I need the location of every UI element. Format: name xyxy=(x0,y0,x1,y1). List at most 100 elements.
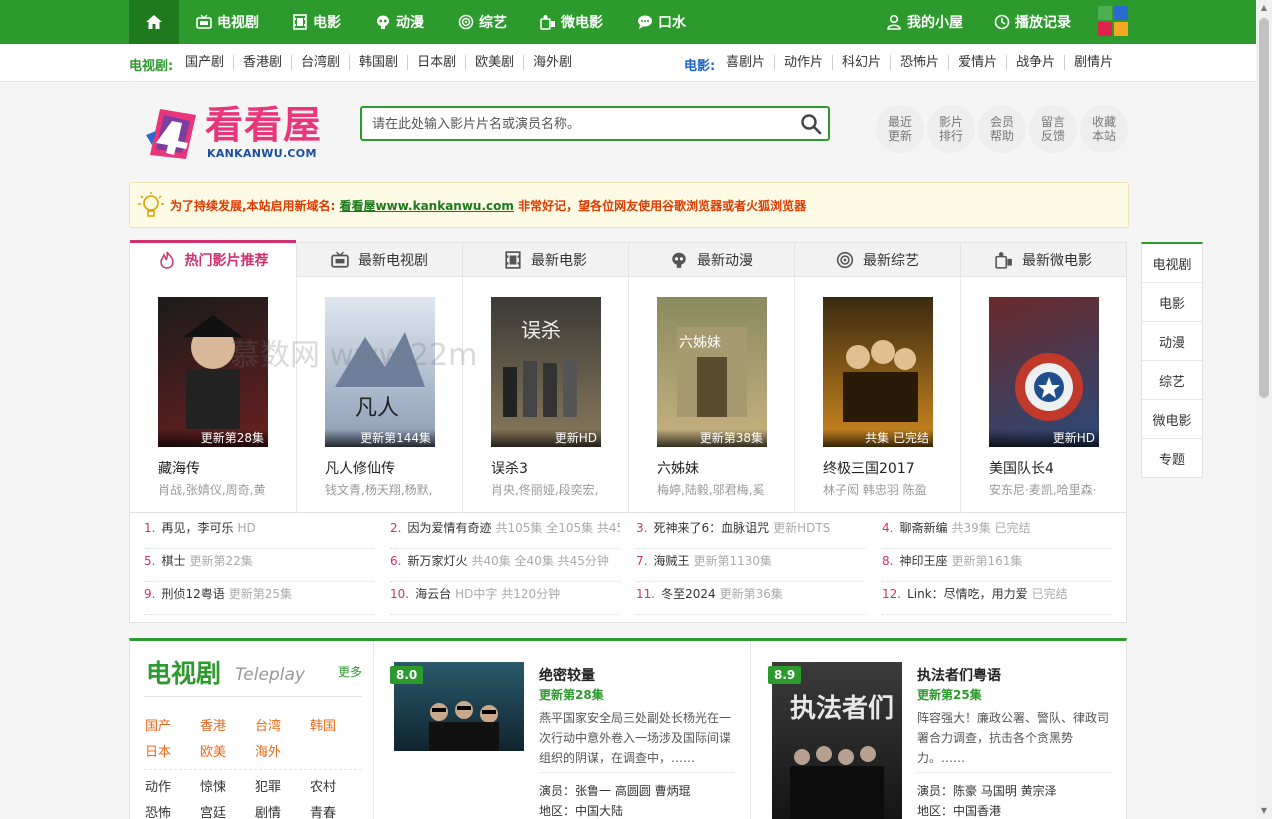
theme-blue-swatch[interactable] xyxy=(1114,6,1128,20)
poster-image[interactable]: 凡人 更新第144集 xyxy=(325,297,435,447)
poster-title[interactable]: 误杀3 xyxy=(491,458,528,478)
ranking-item[interactable]: 1. 再见，李可乐 HD xyxy=(144,519,374,549)
tab-hot[interactable]: 热门影片推荐 xyxy=(130,240,296,277)
ranking-item[interactable]: 8. 神印王座 更新第161集 xyxy=(882,552,1112,582)
ranking-item[interactable]: 6. 新万家灯火 共40集 全40集 共45分钟 xyxy=(390,552,620,582)
featured-actors-value[interactable]: 张鲁一 高圆圆 曹炳琨 xyxy=(575,784,691,798)
tv-region-link[interactable]: 香港 xyxy=(200,714,255,740)
poster-title[interactable]: 六姊妹 xyxy=(657,458,699,478)
tv-genre-link[interactable]: 青春 xyxy=(310,801,365,819)
rank-title[interactable]: 死神来了6：血脉诅咒 xyxy=(653,521,769,535)
nav-chat[interactable]: 口水 xyxy=(637,0,686,44)
scroll-down-icon[interactable]: ▼ xyxy=(1256,803,1272,819)
tab-latest-movie[interactable]: 最新电影 xyxy=(462,243,628,277)
ranking-item[interactable]: 11. 冬至2024 更新第36集 xyxy=(636,585,866,615)
subnav-movie-link[interactable]: 科幻片 xyxy=(832,55,890,70)
tab-latest-anime[interactable]: 最新动漫 xyxy=(628,243,794,277)
scroll-up-icon[interactable]: ▲ xyxy=(1256,0,1272,16)
poster-image[interactable]: 误杀 更新HD xyxy=(491,297,601,447)
ranking-item[interactable]: 7. 海贼王 更新第1130集 xyxy=(636,552,866,582)
quick-link-feedback[interactable]: 留言 反馈 xyxy=(1029,105,1077,153)
subnav-tv-link[interactable]: 香港剧 xyxy=(233,55,291,70)
poster-title[interactable]: 藏海传 xyxy=(158,458,200,478)
poster-image[interactable]: 更新第28集 xyxy=(158,297,268,447)
ranking-item[interactable]: 12. Link：尽情吃，用力爱 已完结 xyxy=(882,585,1112,615)
side-tab-topics[interactable]: 专题 xyxy=(1142,439,1202,478)
rank-title[interactable]: 因为爱情有奇迹 xyxy=(407,521,491,535)
tv-genre-link[interactable]: 恐怖 xyxy=(145,801,200,819)
tab-latest-variety[interactable]: 最新综艺 xyxy=(794,243,960,277)
quick-link-ranking[interactable]: 影片 排行 xyxy=(927,105,975,153)
subnav-movie-link[interactable]: 战争片 xyxy=(1006,55,1064,70)
rank-title[interactable]: 刑侦12粤语 xyxy=(161,587,224,601)
rank-title[interactable]: 棋士 xyxy=(161,554,185,568)
tv-genre-link[interactable]: 动作 xyxy=(145,775,200,801)
tv-region-link[interactable]: 台湾 xyxy=(255,714,310,740)
quick-link-recent[interactable]: 最近 更新 xyxy=(876,105,924,153)
ranking-item[interactable]: 3. 死神来了6：血脉诅咒 更新HDTS xyxy=(636,519,866,549)
subnav-tv-link[interactable]: 欧美剧 xyxy=(465,55,523,70)
theme-orange-swatch[interactable] xyxy=(1114,22,1128,36)
nav-tv[interactable]: 电视剧 xyxy=(196,0,259,44)
poster-title[interactable]: 美国队长4 xyxy=(989,458,1054,478)
subnav-movie-link[interactable]: 动作片 xyxy=(774,55,832,70)
nav-anime[interactable]: 动漫 xyxy=(375,0,424,44)
rank-title[interactable]: 再见，李可乐 xyxy=(161,521,233,535)
tab-latest-tv[interactable]: 最新电视剧 xyxy=(296,243,462,277)
tv-region-link[interactable]: 欧美 xyxy=(200,740,255,766)
scroll-thumb[interactable] xyxy=(1259,18,1269,398)
site-logo[interactable]: 看看屋 KANKANWU.COM xyxy=(142,103,322,165)
tv-genre-link[interactable]: 惊悚 xyxy=(200,775,255,801)
subnav-tv-link[interactable]: 日本剧 xyxy=(407,55,465,70)
nav-my-house[interactable]: 我的小屋 xyxy=(886,0,963,44)
nav-movie[interactable]: 电影 xyxy=(292,0,341,44)
tv-region-link[interactable]: 海外 xyxy=(255,740,310,766)
poster-image[interactable]: 六姊妹 更新第38集 xyxy=(657,297,767,447)
featured-card[interactable]: 8.0 绝密较量 更新第28集 燕平国家安全局三处副处长杨光在一次行动中意外卷入… xyxy=(390,641,739,819)
featured-image[interactable]: 执法者们 xyxy=(772,662,902,819)
poster-image[interactable]: 共集 已完结 xyxy=(823,297,933,447)
poster-card[interactable]: 共集 已完结 终极三国2017 林子闳 韩忠羽 陈盈 xyxy=(794,277,960,513)
quick-link-help[interactable]: 会员 帮助 xyxy=(978,105,1026,153)
ranking-item[interactable]: 4. 聊斋新编 共39集 已完结 xyxy=(882,519,1112,549)
search-input[interactable] xyxy=(372,114,792,134)
subnav-movie-link[interactable]: 喜剧片 xyxy=(726,55,774,70)
subnav-tv-link[interactable]: 海外剧 xyxy=(523,55,581,70)
rank-title[interactable]: 聊斋新编 xyxy=(899,521,947,535)
poster-card[interactable]: 误杀 更新HD 误杀3 肖央,佟丽娅,段奕宏, xyxy=(462,277,628,513)
featured-title[interactable]: 执法者们粤语 xyxy=(917,665,1001,685)
subnav-tv-link[interactable]: 台湾剧 xyxy=(291,55,349,70)
tv-region-link[interactable]: 日本 xyxy=(145,740,200,766)
search-icon[interactable] xyxy=(800,113,822,135)
quick-link-bookmark[interactable]: 收藏 本站 xyxy=(1080,105,1128,153)
rank-title[interactable]: 神印王座 xyxy=(899,554,947,568)
subnav-movie-link[interactable]: 爱情片 xyxy=(948,55,1006,70)
rank-title[interactable]: 冬至2024 xyxy=(661,587,716,601)
poster-image[interactable]: 更新HD xyxy=(989,297,1099,447)
rank-title[interactable]: 新万家灯火 xyxy=(407,554,467,568)
tv-genre-link[interactable]: 犯罪 xyxy=(255,775,310,801)
side-tab-variety[interactable]: 综艺 xyxy=(1142,361,1202,400)
tab-latest-micro-film[interactable]: 最新微电影 xyxy=(960,243,1126,277)
nav-micro-film[interactable]: 微电影 xyxy=(540,0,603,44)
rank-title[interactable]: 海贼王 xyxy=(653,554,689,568)
side-tab-movie[interactable]: 电影 xyxy=(1142,283,1202,322)
page-scrollbar[interactable]: ▲ ▼ xyxy=(1256,0,1272,819)
tv-genre-link[interactable]: 剧情 xyxy=(255,801,310,819)
notice-domain-link[interactable]: 看看屋www.kankanwu.com xyxy=(340,199,514,213)
poster-card[interactable]: 六姊妹 更新第38集 六姊妹 梅婷,陆毅,邬君梅,奚 xyxy=(628,277,794,513)
side-tab-anime[interactable]: 动漫 xyxy=(1142,322,1202,361)
featured-card[interactable]: 执法者们 8.9 执法者们粤语 更新第25集 阵容强大！廉政公署、警队、律政司署… xyxy=(768,641,1117,819)
theme-red-swatch[interactable] xyxy=(1098,22,1112,36)
subnav-tv-link[interactable]: 韩国剧 xyxy=(349,55,407,70)
tv-genre-link[interactable]: 农村 xyxy=(310,775,365,801)
nav-variety[interactable]: 综艺 xyxy=(458,0,507,44)
color-theme-switcher[interactable] xyxy=(1098,6,1128,36)
side-tab-tv[interactable]: 电视剧 xyxy=(1142,244,1202,283)
tv-genre-link[interactable]: 宫廷 xyxy=(200,801,255,819)
tv-more-link[interactable]: 更多 xyxy=(338,663,362,680)
theme-green-swatch[interactable] xyxy=(1098,6,1112,20)
ranking-item[interactable]: 9. 刑侦12粤语 更新第25集 xyxy=(144,585,374,615)
poster-card[interactable]: 更新HD 美国队长4 安东尼·麦凯,哈里森· xyxy=(960,277,1126,513)
poster-card[interactable]: 凡人 更新第144集 凡人修仙传 钱文青,杨天翔,杨默, xyxy=(296,277,462,513)
